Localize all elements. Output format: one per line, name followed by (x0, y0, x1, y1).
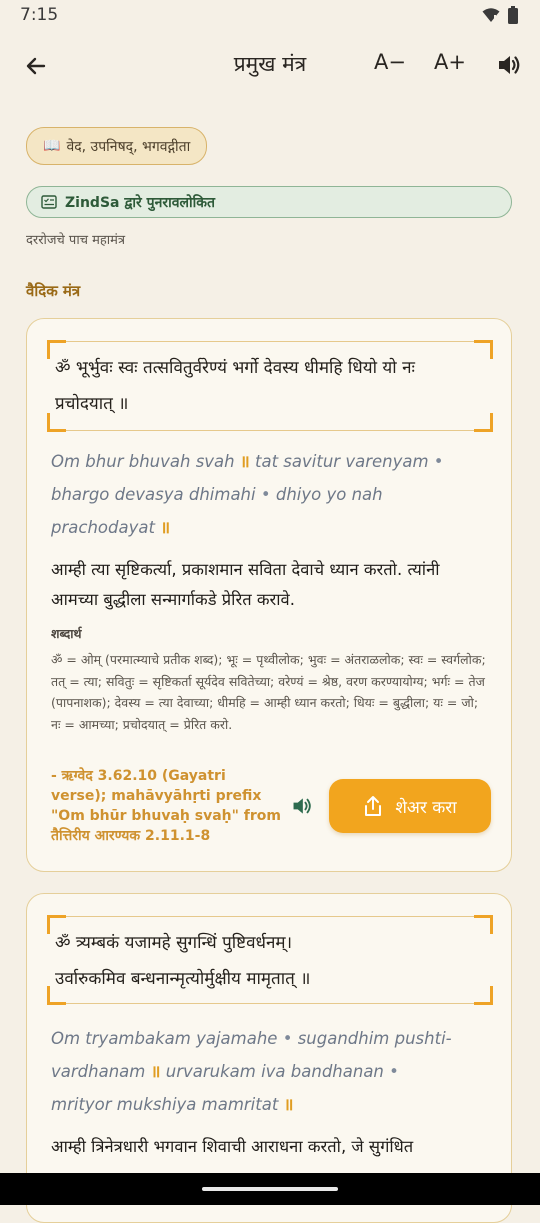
status-bar: 7:15 (0, 0, 540, 32)
battery-icon (508, 6, 518, 28)
translit-part: dhiyo yo nah (275, 485, 383, 504)
translit-part: bhargo devasya dhimahi (51, 485, 256, 504)
play-audio-button[interactable] (287, 791, 317, 821)
share-button[interactable]: शेअर करा (329, 779, 491, 833)
subtitle: दररोजचे पाच महामंत्र (26, 233, 126, 248)
source-chip-label: वेद, उपनिषद्, भगवद्गीता (66, 138, 191, 155)
translit-part: prachodayat (51, 518, 155, 537)
font-increase-button[interactable]: A+ (434, 50, 466, 74)
mantra-meaning: आम्ही त्रिनेत्रधारी भगवान शिवाची आराधना … (51, 1137, 414, 1156)
speaker-icon (293, 798, 311, 814)
review-chip[interactable]: ZindSa द्वारे पुनरावलोकित (26, 186, 512, 218)
translit-part: urvarukam iva bandhanan (165, 1062, 384, 1081)
transliteration: Om bhur bhuvah svah ॥ tat savitur vareny… (51, 452, 444, 537)
share-icon (365, 796, 382, 816)
word-meaning: ॐ = ओम् (परमात्म्याचे प्रतीक शब्द); भूः … (51, 652, 486, 732)
mantra-source: - ऋग्वेद 3.62.10 (Gayatri verse); mahāvy… (51, 768, 282, 844)
app-bar: प्रमुख मंत्र A− A+ (0, 38, 540, 94)
share-button-label: शेअर करा (395, 797, 457, 818)
speaker-icon (499, 56, 520, 74)
sanskrit-line: प्रचोदयात् ॥ (55, 394, 129, 414)
book-icon: 📖 (43, 138, 61, 154)
translit-part: sugandhim pushti- (297, 1029, 452, 1048)
sanskrit-box: ॐ भूर्भुवः स्वः तत्सवितुर्वरेण्यं भर्गो … (47, 340, 493, 432)
source-chip[interactable]: 📖 वेद, उपनिषद्, भगवद्गीता (26, 127, 208, 165)
translit-part: Om tryambakam yajamahe (51, 1029, 278, 1048)
sanskrit-box: ॐ त्र्यम्बकं यजामहे सुगन्धिं पुष्टिवर्धन… (47, 915, 493, 1005)
translit-part: vardhanam (51, 1062, 146, 1081)
word-meaning-label: शब्दार्थ (51, 626, 82, 641)
font-decrease-button[interactable]: A− (374, 50, 406, 74)
review-chip-label: ZindSa द्वारे पुनरावलोकित (65, 194, 215, 211)
home-handle[interactable] (202, 1187, 338, 1191)
speaker-button[interactable] (496, 52, 522, 83)
mantra-meaning: आम्ही त्या सृष्टिकर्त्या, प्रकाशमान सवित… (51, 560, 440, 609)
status-time: 7:15 (20, 5, 59, 25)
system-nav-bar (0, 1173, 540, 1205)
transliteration: Om tryambakam yajamahe • sugandhim pusht… (51, 1029, 452, 1114)
mantra-card: ॐ भूर्भुवः स्वः तत्सवितुर्वरेण्यं भर्गो … (26, 318, 512, 872)
translit-part: tat savitur varenyam (255, 452, 429, 471)
sanskrit-line: उर्वारुकमिव बन्धनान्मृत्योर्मुक्षीय मामृ… (55, 969, 311, 989)
sanskrit-line: ॐ भूर्भुवः स्वः तत्सवितुर्वरेण्यं भर्गो … (55, 358, 415, 378)
translit-part: mrityor mukshiya mamritat (51, 1095, 279, 1114)
translit-part: Om bhur bhuvah svah (51, 452, 235, 471)
sanskrit-line: ॐ त्र्यम्बकं यजामहे सुगन्धिं पुष्टिवर्धन… (55, 933, 293, 953)
wifi-icon (482, 7, 500, 27)
checklist-icon (41, 195, 57, 209)
section-title: वैदिक मंत्र (26, 282, 81, 300)
